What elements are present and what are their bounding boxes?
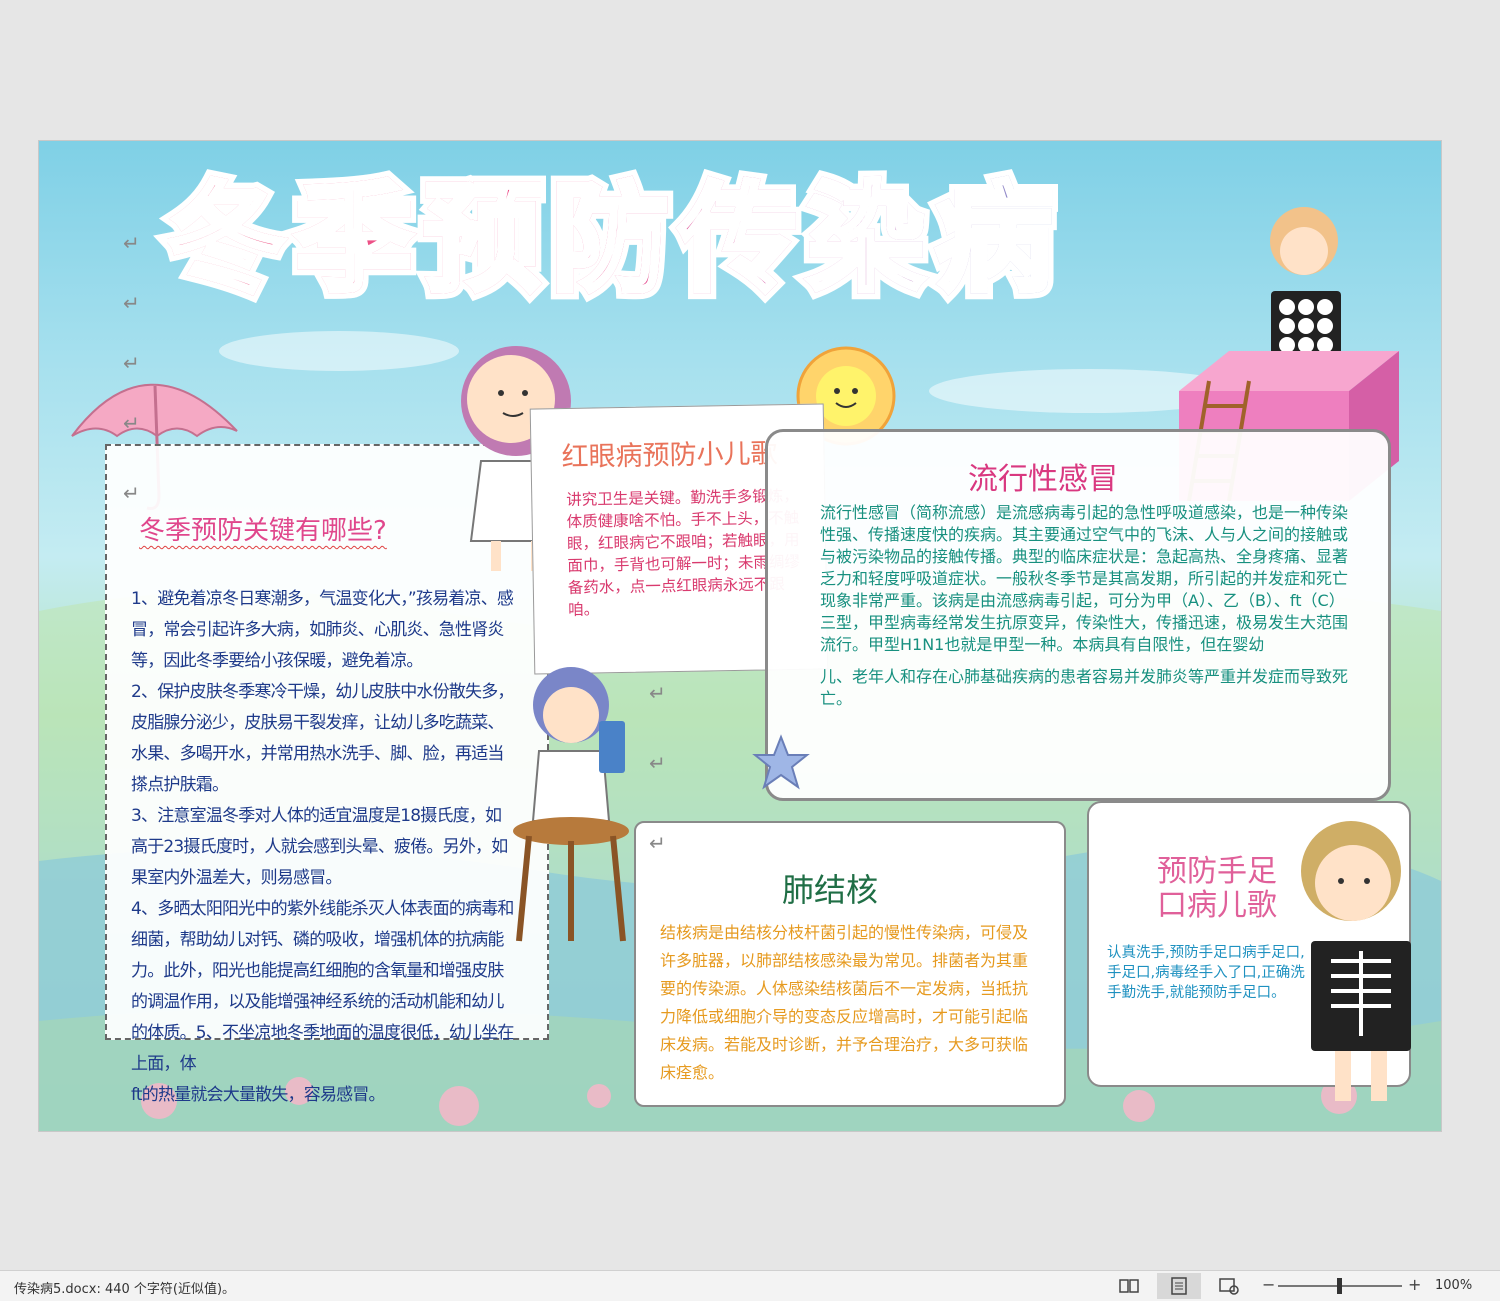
red-eye-song-title: 红眼病预防小儿歌 bbox=[561, 438, 778, 474]
paragraph-mark: ↵ bbox=[123, 351, 140, 375]
paragraph-2: 2、保护皮肤冬季寒冷干燥，幼儿皮肤中水份散失多，皮脂腺分泌少，皮肤易干裂发痒，让… bbox=[131, 682, 514, 795]
zoom-in-button[interactable]: + bbox=[1408, 1275, 1421, 1294]
tuberculosis-title: 肺结核 bbox=[782, 871, 879, 909]
paragraph-5: ft的热量就会大量散失，容易感冒。 bbox=[131, 1085, 386, 1105]
document-page[interactable]: 冬季预防传染病 冬季预防传染病 冬季预防关键有哪些? 1、避免着凉冬日寒潮多，气… bbox=[38, 140, 1442, 1132]
paragraph-mark: ↵ bbox=[123, 481, 140, 505]
paragraph-mark: ↵ bbox=[649, 681, 666, 705]
paragraph-mark: ↵ bbox=[649, 751, 666, 775]
paragraph-mark: ↵ bbox=[123, 291, 140, 315]
read-mode-icon[interactable] bbox=[1118, 1276, 1140, 1296]
print-layout-icon[interactable] bbox=[1168, 1276, 1190, 1296]
xray-boy-illustration bbox=[1301, 821, 1411, 1101]
zoom-out-button[interactable]: − bbox=[1262, 1275, 1275, 1294]
influenza-card[interactable]: 流行性感冒 流行性感冒（简称流感）是流感病毒引起的急性呼吸道感染，也是一种传染性… bbox=[765, 429, 1391, 801]
paragraph-3: 3、注意室温冬季对人体的适宜温度是18摄氏度，如高于23摄氏度时，人就会感到头晕… bbox=[131, 806, 508, 888]
influenza-paragraph-1: 流行性感冒（简称流感）是流感病毒引起的急性呼吸道感染，也是一种传染性强、传播速度… bbox=[820, 503, 1349, 654]
winter-prevention-body: 1、避免着凉冬日寒潮多，气温变化大，”孩易着凉、感冒，常会引起许多大病，如肺炎、… bbox=[131, 584, 515, 1111]
influenza-title: 流行性感冒 bbox=[968, 462, 1118, 497]
tuberculosis-body: 结核病是由结核分枝杆菌引起的慢性传染病，可侵及许多脏器，以肺部结核感染最为常见。… bbox=[660, 923, 1029, 1082]
page-title[interactable]: 冬季预防传染病 bbox=[165, 168, 1227, 311]
tuberculosis-card[interactable]: 肺结核 结核病是由结核分枝杆菌引起的慢性传染病，可侵及许多脏器，以肺部结核感染最… bbox=[634, 821, 1066, 1107]
influenza-body: 流行性感冒（简称流感）是流感病毒引起的急性呼吸道感染，也是一种传染性强、传播速度… bbox=[820, 502, 1350, 710]
paragraph-mark: ↵ bbox=[123, 411, 140, 435]
zoom-level[interactable]: 100% bbox=[1435, 1278, 1472, 1293]
paragraph-mark: ↵ bbox=[123, 231, 140, 255]
star-decoration bbox=[752, 734, 810, 790]
word-count-status[interactable]: 传染病5.docx: 440 个字符(近似值)。 bbox=[14, 1278, 235, 1297]
influenza-paragraph-2: 儿、老年人和存在心肺基础疾病的患者容易并发肺炎等严重并发症而导致死亡。 bbox=[820, 667, 1349, 708]
status-bar: 传染病5.docx: 440 个字符(近似值)。 − + 100% bbox=[0, 1270, 1500, 1301]
web-layout-icon[interactable] bbox=[1218, 1276, 1240, 1296]
zoom-slider-thumb[interactable] bbox=[1337, 1278, 1342, 1294]
hand-foot-mouth-title: 预防手足口病儿歌 bbox=[1157, 854, 1277, 923]
paragraph-1: 1、避免着凉冬日寒潮多，气温变化大，”孩易着凉、感冒，常会引起许多大病，如肺炎、… bbox=[131, 589, 514, 671]
winter-prevention-heading: 冬季预防关键有哪些? bbox=[139, 516, 387, 546]
paragraph-4: 4、多晒太阳阳光中的紫外线能杀灭人体表面的病毒和细菌，帮助幼儿对钙、磷的吸收，增… bbox=[131, 899, 514, 1074]
paragraph-mark: ↵ bbox=[649, 831, 666, 855]
